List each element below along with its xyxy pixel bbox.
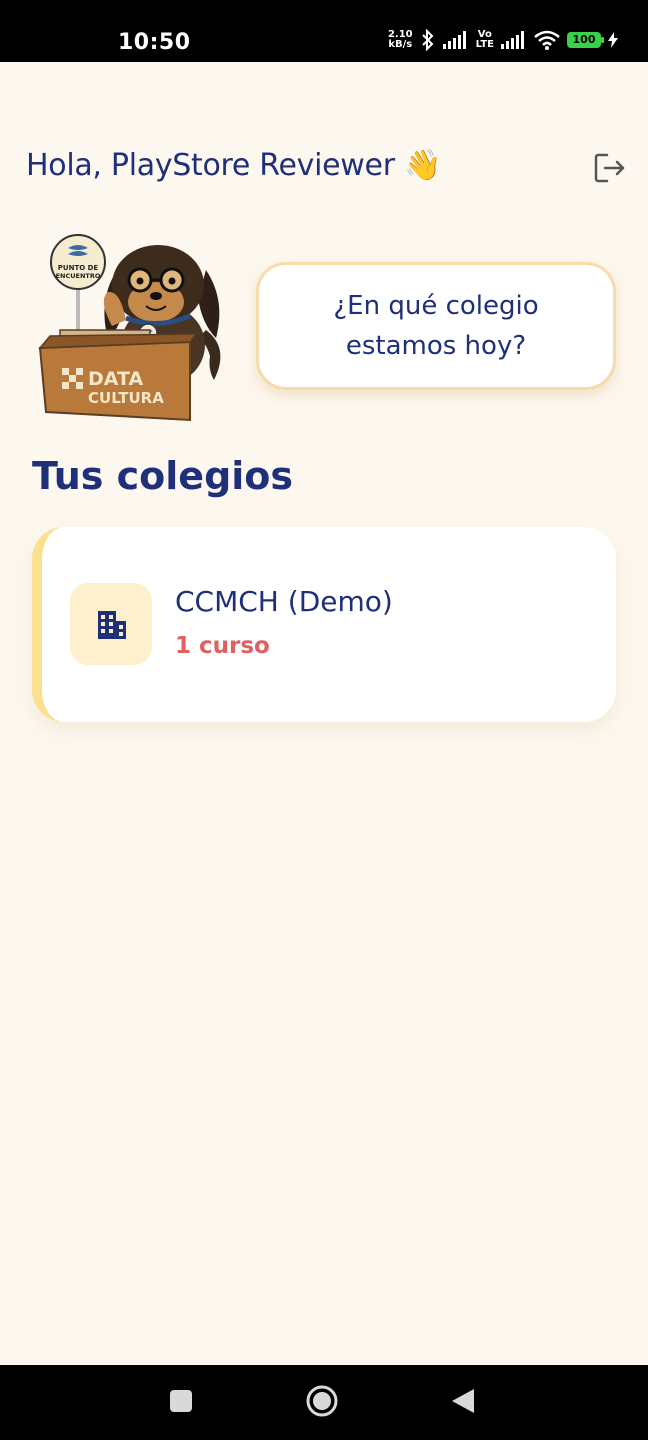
section-title: Tus colegios — [32, 454, 294, 498]
prompt-text: ¿En qué colegio estamos hoy? — [333, 291, 539, 361]
status-icons: 2.10 kB/s Vo LTE 100 — [388, 29, 618, 51]
charging-icon — [608, 32, 618, 48]
status-time: 10:50 — [118, 30, 191, 55]
school-card[interactable]: CCMCH (Demo) 1 curso — [32, 527, 616, 722]
wifi-icon — [534, 30, 560, 50]
sign-text-line1: PUNTO DE — [58, 264, 99, 272]
school-course-count: 1 curso — [175, 633, 270, 659]
navigation-bar — [0, 1365, 648, 1440]
volte-indicator: Vo LTE — [476, 30, 494, 50]
desk-text-line1: DATA — [88, 368, 143, 390]
greeting-text: Hola, PlayStore Reviewer 👋 — [26, 148, 442, 183]
sign-text-line2: ENCUENTRO — [56, 272, 101, 280]
school-icon-container — [70, 583, 152, 665]
signal-icon-1 — [442, 31, 466, 49]
logout-icon[interactable] — [592, 151, 626, 185]
home-button-icon[interactable] — [305, 1384, 339, 1418]
bluetooth-icon — [421, 29, 434, 51]
mascot-illustration: PUNTO DE ENCUENTRO DATA CULTURA — [38, 234, 221, 422]
school-name: CCMCH (Demo) — [175, 585, 393, 618]
status-bar: 10:50 2.10 kB/s Vo LTE 100 — [0, 0, 648, 62]
back-button-icon[interactable] — [450, 1387, 476, 1415]
lte-label: LTE — [475, 39, 494, 50]
net-speed-unit: kB/s — [388, 39, 413, 50]
battery-indicator: 100 — [567, 32, 604, 48]
prompt-bubble: ¿En qué colegio estamos hoy? — [256, 262, 616, 390]
building-icon — [98, 611, 126, 639]
signal-icon-2 — [501, 31, 524, 49]
recents-button-icon[interactable] — [169, 1389, 193, 1413]
net-speed: 2.10 kB/s — [388, 30, 413, 50]
desk-text-line2: CULTURA — [88, 389, 164, 407]
